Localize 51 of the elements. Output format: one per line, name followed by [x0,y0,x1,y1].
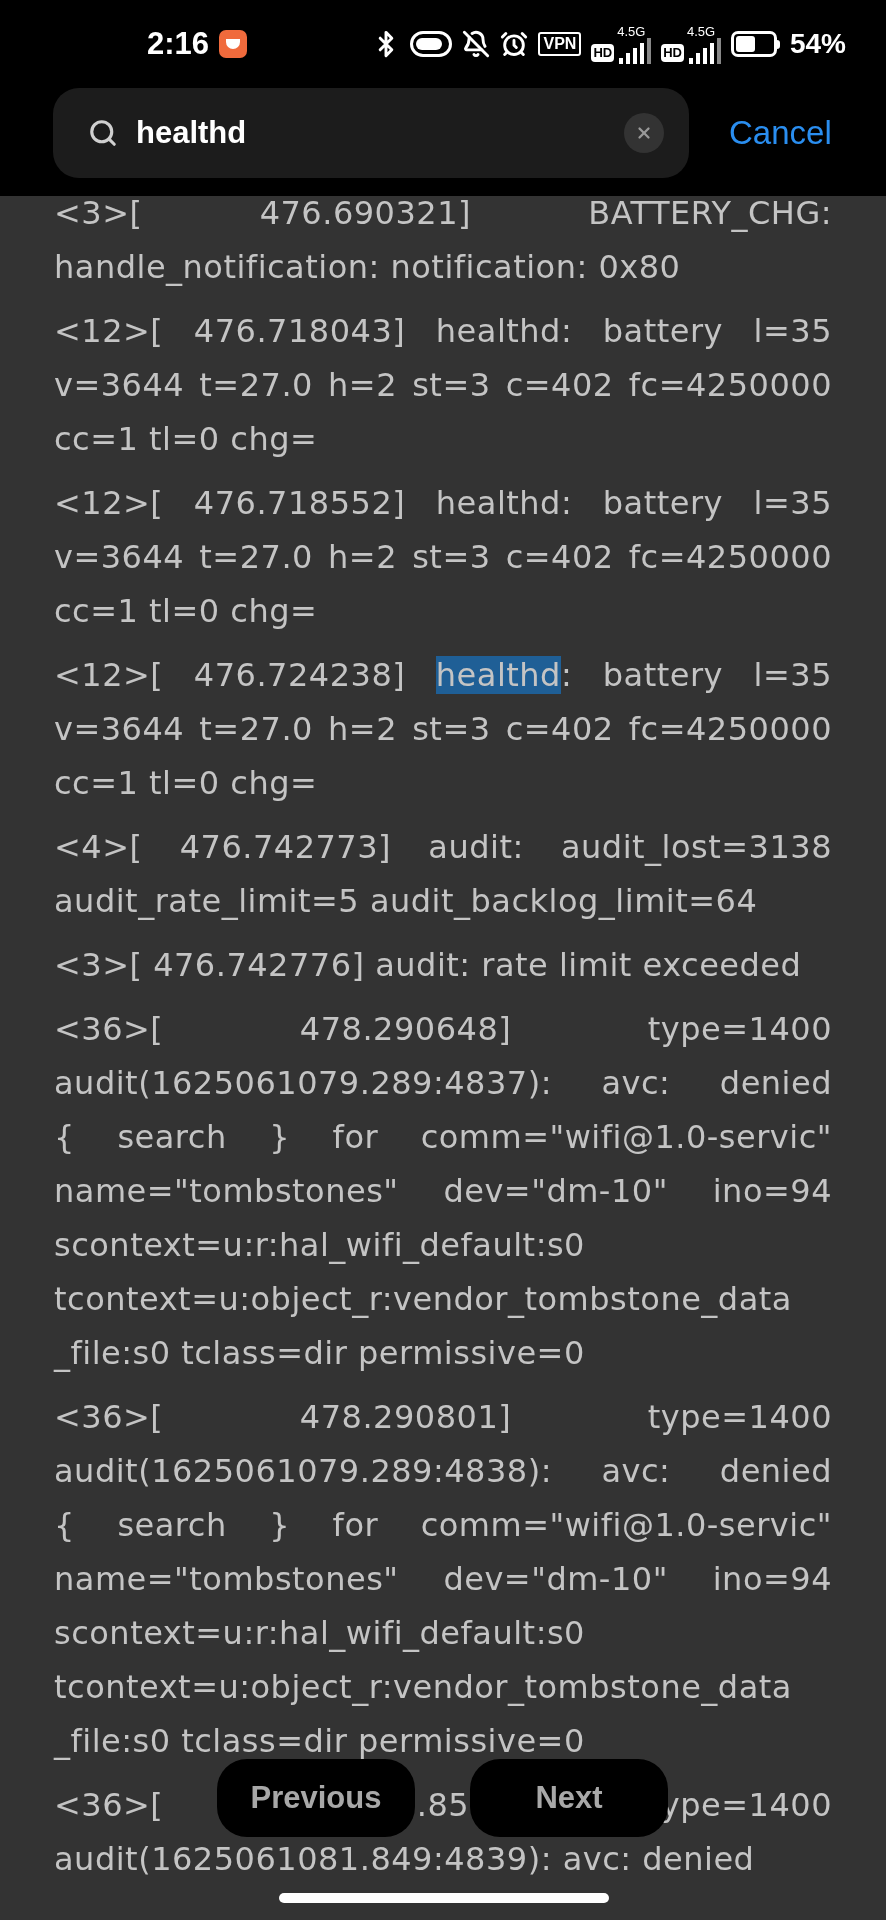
search-field[interactable]: healthd [53,88,689,178]
bell-off-icon [462,30,491,58]
log-line: tcontext=u:object_r:vendor_tombstone_data [54,1667,793,1708]
search-icon [88,118,118,148]
log-line: audit_rate_limit=5 audit_backlog_limit=64 [54,881,759,922]
log-line: handle_notification: notification: 0x80 [54,247,682,288]
log-line: <12>[ 476.718043] healthd: battery l=35 [54,311,832,352]
log-line: { search } for comm="wifi@1.0-servic" [54,1505,832,1546]
log-line: cc=1 tl=0 chg= [54,763,319,804]
log-fragment: <36>[ [54,1785,164,1826]
log-line: scontext=u:r:hal_wifi_default:s0 [54,1613,586,1654]
log-line: _file:s0 tclass=dir permissive=0 [54,1721,586,1762]
clear-button[interactable] [624,113,664,153]
log-line: cc=1 tl=0 chg= [54,591,319,632]
signal-icon [617,37,652,64]
alarm-icon [500,30,529,58]
toggle-icon [410,31,453,57]
app-notification-icon [219,30,248,58]
log-line: scontext=u:r:hal_wifi_default:s0 [54,1225,586,1266]
battery-icon [730,31,780,57]
log-line: <36>[ 478.290648] type=1400 [54,1009,832,1050]
log-line: v=3644 t=27.0 h=2 st=3 c=402 fc=4250000 [54,537,832,578]
log-line: name="tombstones" dev="dm-10" ino=94 [54,1171,832,1212]
close-icon [635,124,653,142]
log-line: <12>[ 476.718552] healthd: battery l=35 [54,483,832,524]
log-line: v=3644 t=27.0 h=2 st=3 c=402 fc=4250000 [54,365,832,406]
log-line: { search } for comm="wifi@1.0-servic" [54,1117,832,1158]
log-line: audit(1625061079.289:4838): avc: denied [54,1451,832,1492]
network-type: 4.5G [617,24,646,38]
log-line: <12>[ 476.724238] healthd: battery l=35 [54,655,832,696]
log-line: audit(1625061081.849:4839): avc: denied [54,1839,756,1880]
log-line: <4>[ 476.742773] audit: audit_lost=3138 [54,827,832,868]
hd-badge: HD [591,43,615,62]
network-type: 4.5G [686,24,716,38]
previous-button[interactable]: Previous [217,1759,415,1837]
log-line: v=3644 t=27.0 h=2 st=3 c=402 fc=4250000 [54,709,832,750]
signal-icon [686,37,721,64]
log-line: <3>[ 476.690321] BATTERY_CHG: [54,193,832,234]
log-line: cc=1 tl=0 chg= [54,419,319,460]
log-line: _file:s0 tclass=dir permissive=0 [54,1333,586,1374]
log-line: <36>[ 478.290801] type=1400 [54,1397,832,1438]
log-line: <3>[ 476.742776] audit: rate limit exceeded [54,945,803,986]
log-line: audit(1625061079.289:4837): avc: denied [54,1063,832,1104]
battery-percent: 54% [789,27,846,61]
vpn-badge: VPN [538,32,582,56]
log-line: name="tombstones" dev="dm-10" ino=94 [54,1559,832,1600]
cancel-button[interactable]: Cancel [729,88,832,178]
clock-time: 2:16 [147,24,210,63]
log-line: tcontext=u:object_r:vendor_tombstone_data [54,1279,793,1320]
log-fragment: .85 [416,1785,470,1826]
hd-badge: HD [661,43,684,62]
